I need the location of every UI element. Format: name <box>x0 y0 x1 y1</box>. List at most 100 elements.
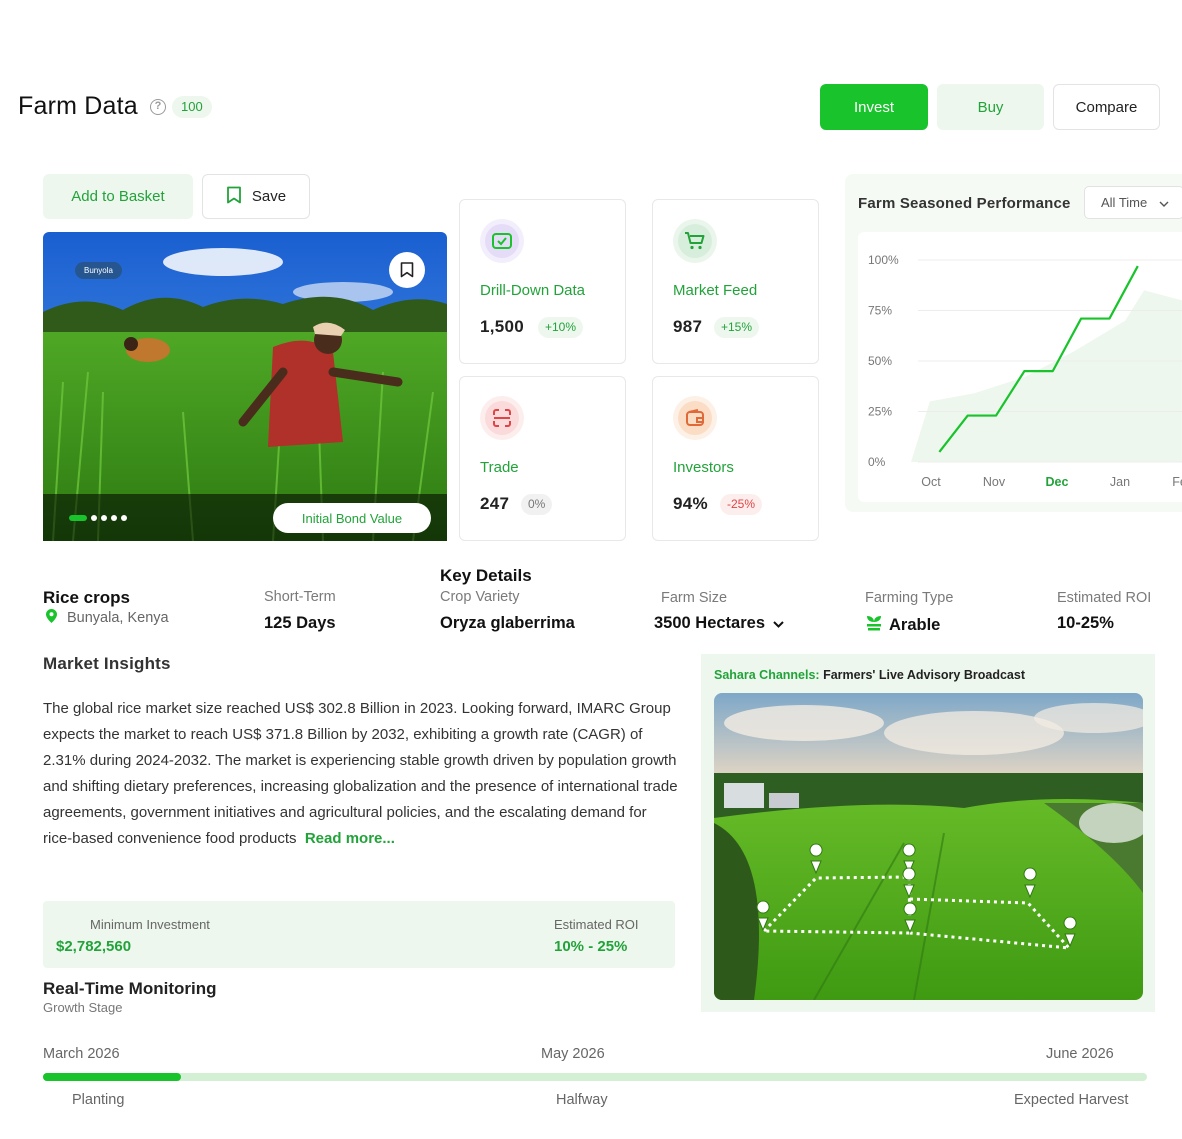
farm-photo: Bunyola Initial Bond Value <box>43 232 447 541</box>
stat-label: Trade <box>480 459 519 476</box>
stat-card-market-feed[interactable]: Market Feed 987 +15% <box>652 199 819 364</box>
detail-label: Crop Variety <box>440 589 520 605</box>
chart-x-tick-label: Oct <box>921 475 941 489</box>
time-filter-value: All Time <box>1101 195 1148 210</box>
detail-value: 125 Days <box>264 614 336 632</box>
performance-chart-svg: 100% 75% 50% 25% 0% Oct Nov Dec Jan Feb <box>868 253 1182 489</box>
farm-size-dropdown[interactable]: 3500 Hectares <box>654 614 784 633</box>
detail-value: Oryza glaberrima <box>440 614 575 632</box>
stat-label: Investors <box>673 459 734 476</box>
stat-card-trade[interactable]: Trade 247 0% <box>459 376 626 541</box>
chart-x-tick-label: Jan <box>1110 475 1130 489</box>
stat-card-drill-down[interactable]: Drill-Down Data 1,500 +10% <box>459 199 626 364</box>
help-icon[interactable]: ? <box>150 99 166 115</box>
add-to-basket-button[interactable]: Add to Basket <box>43 174 193 219</box>
bookmark-button[interactable] <box>389 252 425 288</box>
count-badge: 100 <box>172 96 212 118</box>
stat-change-badge: +10% <box>538 317 584 338</box>
aerial-field-illustration <box>714 693 1143 1000</box>
carousel-dots[interactable] <box>69 515 127 521</box>
timeline-stage: Halfway <box>556 1092 608 1108</box>
chart-x-tick-label: Feb <box>1172 475 1182 489</box>
farming-type: Arable <box>866 614 940 636</box>
broadcast-title: Sahara Channels: Farmers' Live Advisory … <box>714 668 1025 682</box>
timeline-stage: Planting <box>72 1092 125 1108</box>
performance-panel: Farm Seasoned Performance All Time 100% 7… <box>845 174 1182 512</box>
broadcast-brand: Sahara Channels: <box>714 668 820 682</box>
timeline-date: May 2026 <box>541 1046 605 1062</box>
market-insights-text: The global rice market size reached US$ … <box>43 696 678 852</box>
chart-x-tick-label: Nov <box>983 475 1006 489</box>
initial-bond-value-button[interactable]: Initial Bond Value <box>273 503 431 533</box>
time-filter-select[interactable]: All Time <box>1084 186 1182 219</box>
page-title: Farm Data <box>18 92 138 120</box>
detail-label: Farming Type <box>865 590 954 606</box>
invest-button[interactable]: Invest <box>820 84 928 130</box>
chart-y-tick-label: 100% <box>868 253 899 267</box>
carousel-dot[interactable] <box>111 515 117 521</box>
timeline-date: June 2026 <box>1046 1046 1114 1062</box>
roi-value: 10% - 25% <box>554 938 628 955</box>
timeline-stage: Expected Harvest <box>1014 1092 1129 1108</box>
cart-icon <box>673 219 717 263</box>
chevron-down-icon <box>1159 195 1169 210</box>
plant-icon <box>866 614 882 636</box>
stat-card-investors[interactable]: Investors 94% -25% <box>652 376 819 541</box>
location: Bunyala, Kenya <box>46 609 169 627</box>
stat-value: 247 <box>480 494 510 513</box>
chevron-down-icon <box>773 615 784 633</box>
chart-y-tick-label: 25% <box>868 405 892 419</box>
map-pin-icon <box>46 609 57 627</box>
bookmark-icon <box>226 186 242 208</box>
stat-value: 94% <box>673 494 708 513</box>
detail-label: Short-Term <box>264 589 336 605</box>
growth-progress-fill <box>43 1073 181 1081</box>
monitoring-subtitle: Growth Stage <box>43 1000 123 1015</box>
chart-x-tick-label: Dec <box>1046 475 1069 489</box>
read-more-link[interactable]: Read more... <box>305 830 395 847</box>
save-button[interactable]: Save <box>202 174 310 219</box>
detail-label: Estimated ROI <box>1057 590 1152 606</box>
stat-change-badge: 0% <box>521 494 553 515</box>
detail-value: 10-25% <box>1057 614 1114 632</box>
key-details-title: Key Details <box>440 566 532 585</box>
growth-progress-track <box>43 1073 1147 1081</box>
wallet-icon <box>673 396 717 440</box>
insights-body: The global rice market size reached US$ … <box>43 700 678 847</box>
stat-value: 987 <box>673 317 703 336</box>
detail-label: Farm Size <box>661 590 728 606</box>
stat-change-badge: +15% <box>714 317 760 338</box>
carousel-dot[interactable] <box>101 515 107 521</box>
location-label: Bunyala, Kenya <box>67 610 169 626</box>
performance-title: Farm Seasoned Performance <box>858 195 1071 212</box>
carousel-dot[interactable] <box>121 515 127 521</box>
save-label: Save <box>251 188 287 205</box>
investment-summary: Minimum Investment $2,782,560 Estimated … <box>43 901 675 968</box>
carousel-dot[interactable] <box>91 515 97 521</box>
buy-button[interactable]: Buy <box>937 84 1044 130</box>
monitoring-title: Real-Time Monitoring <box>43 979 217 998</box>
chart-y-tick-label: 75% <box>868 304 892 318</box>
broadcast-name: Farmers' Live Advisory Broadcast <box>823 668 1025 682</box>
location-tag: Bunyola <box>75 262 122 279</box>
chart-y-tick-label: 0% <box>868 455 886 469</box>
broadcast-panel: Sahara Channels: Farmers' Live Advisory … <box>701 654 1155 1012</box>
scan-icon <box>480 396 524 440</box>
compare-button[interactable]: Compare <box>1053 84 1160 130</box>
detail-value: 3500 Hectares <box>654 614 766 632</box>
roi-label: Estimated ROI <box>554 917 639 932</box>
performance-chart: 100% 75% 50% 25% 0% Oct Nov Dec Jan Feb <box>858 232 1182 502</box>
bookmark-icon <box>400 262 414 278</box>
broadcast-video[interactable] <box>714 693 1143 1000</box>
market-insights-title: Market Insights <box>43 654 171 673</box>
chart-y-tick-label: 50% <box>868 354 892 368</box>
stat-change-badge: -25% <box>720 494 763 515</box>
carousel-dot[interactable] <box>69 515 87 521</box>
min-investment-value: $2,782,560 <box>56 938 132 955</box>
screen-check-icon <box>480 219 524 263</box>
stat-label: Drill-Down Data <box>480 282 586 299</box>
timeline-date: March 2026 <box>43 1046 120 1062</box>
stat-label: Market Feed <box>673 282 758 299</box>
stat-value: 1,500 <box>480 317 525 336</box>
detail-value: Arable <box>889 615 941 634</box>
